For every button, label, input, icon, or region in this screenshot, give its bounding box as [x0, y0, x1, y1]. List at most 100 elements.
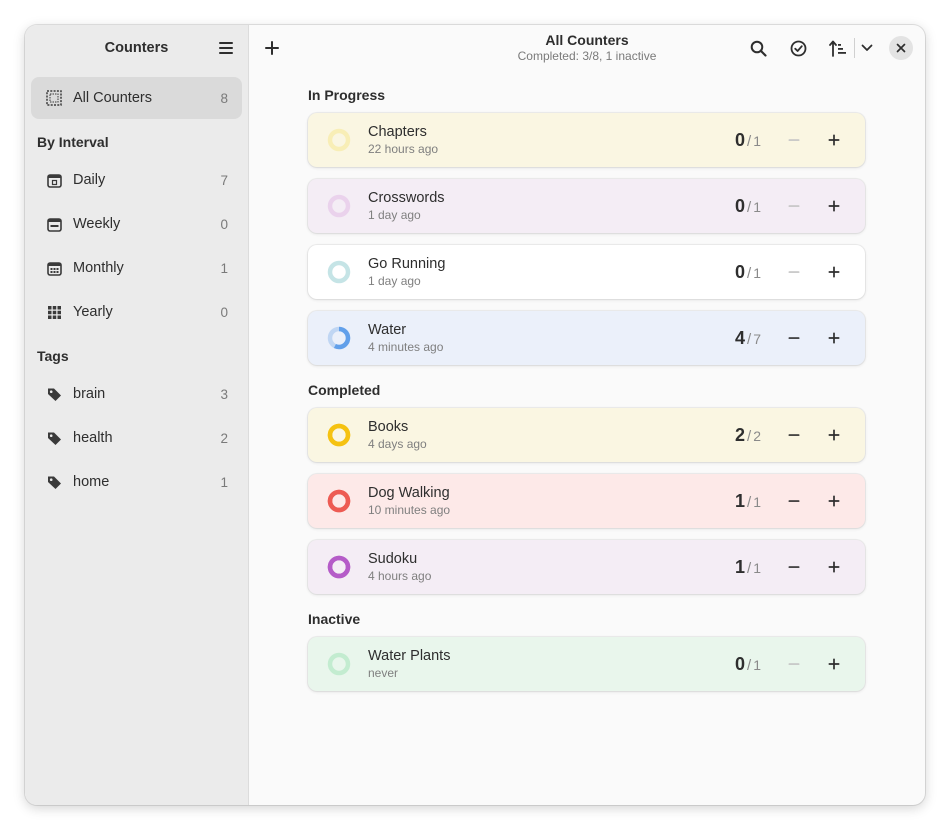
counter-card[interactable]: Sudoku 4 hours ago 1/1	[308, 540, 865, 594]
counter-slash: /	[747, 133, 752, 150]
decrement-button[interactable]	[780, 258, 808, 286]
section-title-in-progress: In Progress	[308, 87, 386, 103]
progress-ring-fill	[327, 423, 351, 447]
decrement-button[interactable]	[780, 324, 808, 352]
decrement-button[interactable]	[780, 487, 808, 515]
progress-ring-track	[327, 194, 351, 218]
sort-options-dropdown[interactable]	[853, 34, 881, 62]
sidebar-item-monthly[interactable]: Monthly 1	[31, 247, 242, 289]
increment-button[interactable]	[820, 126, 848, 154]
counter-card[interactable]: Crosswords 1 day ago 0/1	[308, 179, 865, 233]
sidebar-item-count: 1	[220, 474, 228, 490]
progress-ring-icon	[327, 194, 351, 218]
decrement-button[interactable]	[780, 421, 808, 449]
increment-button[interactable]	[820, 421, 848, 449]
counter-goal: 1	[753, 265, 761, 281]
counter-current: 1	[735, 557, 746, 577]
progress-ring-icon	[327, 326, 351, 350]
increment-button[interactable]	[820, 324, 848, 352]
counter-current: 0	[735, 196, 746, 216]
counter-goal: 1	[753, 494, 761, 510]
selection-mode-button[interactable]	[784, 34, 812, 62]
decrement-button[interactable]	[780, 126, 808, 154]
plus-icon	[828, 200, 840, 212]
sidebar-item-tag-home[interactable]: home 1	[31, 461, 242, 503]
sidebar-item-tag-health[interactable]: health 2	[31, 417, 242, 459]
calendar-month-icon	[45, 259, 63, 277]
counter-last-updated: 1 day ago	[368, 208, 421, 222]
header-bar: All Counters Completed: 3/8, 1 inactive	[249, 25, 925, 71]
counter-value: 1/1	[735, 490, 761, 514]
decrement-button[interactable]	[780, 650, 808, 678]
counter-last-updated: 10 minutes ago	[368, 503, 451, 517]
counter-current: 0	[735, 130, 746, 150]
chevron-down-icon	[861, 44, 873, 51]
increment-button[interactable]	[820, 192, 848, 220]
sidebar-item-all-counters[interactable]: All Counters 8	[31, 77, 242, 119]
counter-text: Sudoku 4 hours ago	[368, 550, 431, 584]
sidebar-item-yearly[interactable]: Yearly 0	[31, 291, 242, 333]
counter-name: Chapters	[368, 124, 427, 140]
counter-text: Go Running 1 day ago	[368, 255, 445, 289]
sort-button[interactable]	[824, 34, 852, 62]
interval-section-title: By Interval	[37, 134, 109, 150]
counter-value: 0/1	[735, 261, 761, 285]
calendar-day-icon	[45, 171, 63, 189]
counter-last-updated: 4 minutes ago	[368, 340, 444, 354]
sidebar-item-tag-brain[interactable]: brain 3	[31, 373, 242, 415]
increment-button[interactable]	[820, 553, 848, 581]
plus-icon	[828, 266, 840, 278]
counter-slash: /	[747, 331, 752, 348]
grid-icon	[45, 89, 63, 107]
close-window-button[interactable]	[889, 36, 913, 60]
sidebar-item-label: home	[73, 474, 110, 490]
minus-icon	[788, 205, 800, 207]
minus-icon	[788, 337, 800, 339]
progress-ring-track	[327, 260, 351, 284]
check-circle-icon	[790, 40, 806, 56]
counter-name: Water	[368, 322, 407, 338]
progress-ring-icon	[327, 652, 351, 676]
counter-slash: /	[747, 199, 752, 216]
tag-icon	[45, 473, 63, 491]
counter-last-updated: never	[368, 666, 399, 680]
progress-ring-track	[327, 652, 351, 676]
counter-goal: 1	[753, 657, 761, 673]
counter-name: Go Running	[368, 256, 446, 272]
tag-icon	[45, 385, 63, 403]
counter-card[interactable]: Water 4 minutes ago 4/7	[308, 311, 865, 365]
sidebar-item-count: 2	[220, 430, 228, 446]
counter-card[interactable]: Water Plants never 0/1	[308, 637, 865, 691]
increment-button[interactable]	[820, 487, 848, 515]
counter-goal: 1	[753, 560, 761, 576]
decrement-button[interactable]	[780, 192, 808, 220]
counter-goal: 7	[753, 331, 761, 347]
main-area: All Counters Completed: 3/8, 1 inactive	[249, 25, 925, 805]
sidebar-item-label: Daily	[73, 172, 106, 188]
counter-card[interactable]: Chapters 22 hours ago 0/1	[308, 113, 865, 167]
counter-card[interactable]: Go Running 1 day ago 0/1	[308, 245, 865, 299]
sidebar-item-label: health	[73, 430, 113, 446]
counter-card[interactable]: Dog Walking 10 minutes ago 1/1	[308, 474, 865, 528]
progress-ring-icon	[327, 489, 351, 513]
counter-card[interactable]: Books 4 days ago 2/2	[308, 408, 865, 462]
counter-name: Dog Walking	[368, 485, 450, 501]
increment-button[interactable]	[820, 258, 848, 286]
minus-icon	[788, 139, 800, 141]
plus-icon	[828, 561, 840, 573]
tags-section-title: Tags	[37, 348, 69, 364]
main-menu-button[interactable]	[212, 34, 240, 62]
sidebar-item-weekly[interactable]: Weekly 0	[31, 203, 242, 245]
progress-ring-icon	[327, 423, 351, 447]
sidebar-item-count: 7	[220, 172, 228, 188]
sidebar-item-count: 1	[220, 260, 228, 276]
sidebar-item-daily[interactable]: Daily 7	[31, 159, 242, 201]
increment-button[interactable]	[820, 650, 848, 678]
search-button[interactable]	[744, 34, 772, 62]
sidebar: Counters All Counters 8 By Interval Dail…	[25, 25, 249, 805]
counter-last-updated: 22 hours ago	[368, 142, 439, 156]
counter-slash: /	[747, 428, 752, 445]
counter-current: 0	[735, 262, 746, 282]
decrement-button[interactable]	[780, 553, 808, 581]
minus-icon	[788, 271, 800, 273]
